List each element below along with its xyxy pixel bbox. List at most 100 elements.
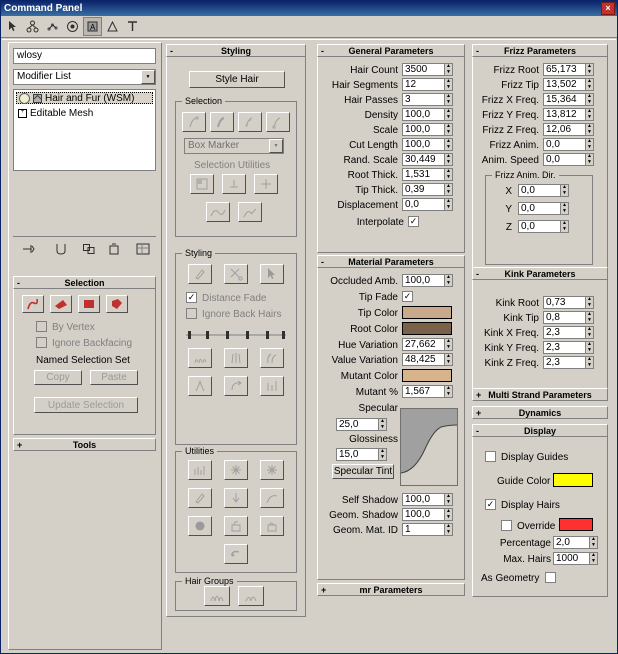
guide-color-swatch[interactable] [553, 473, 593, 487]
lock-button[interactable] [188, 516, 212, 536]
frizz-anim-field[interactable]: 0,0 [543, 138, 585, 151]
kink-parameters-header[interactable]: - Kink Parameters [472, 267, 608, 280]
frizz-x-freq-field[interactable]: 15,364 [543, 93, 585, 106]
percentage-field[interactable]: 2,0 [553, 536, 589, 549]
frizz-tip-field[interactable]: 13,502 [543, 78, 585, 91]
ignore-backfacing-checkbox[interactable] [36, 337, 47, 348]
hair-count-field[interactable]: 3500 [402, 63, 444, 76]
value-variation-field[interactable]: 48,425 [402, 353, 444, 366]
self-shadow-spinner[interactable]: ▲ ▼ [444, 493, 453, 506]
tip-thick-field[interactable]: 0,39 [402, 183, 444, 196]
display-hairs-checkbox[interactable]: ✓ [485, 499, 496, 510]
kink-x-freq-field[interactable]: 2,3 [543, 326, 585, 339]
as-geometry-checkbox[interactable] [545, 572, 556, 583]
attenuate-button[interactable] [188, 460, 212, 480]
selection-rollout-header[interactable]: - Selection [13, 276, 156, 289]
interpolate-checkbox[interactable]: ✓ [408, 216, 419, 227]
frizz-z-freq-field[interactable]: 12,06 [543, 123, 585, 136]
clump-hair-button[interactable] [188, 376, 212, 396]
material-parameters-header[interactable]: - Material Parameters [317, 255, 465, 268]
mutant-pct-field[interactable]: 1,567 [402, 385, 444, 398]
geom-mat-id-field[interactable]: 1 [402, 523, 444, 536]
frizz-root-spinner[interactable]: ▲ ▼ [585, 63, 594, 76]
scale-spinner[interactable]: ▲ ▼ [444, 123, 453, 136]
specular-field[interactable]: 25,0 [336, 418, 378, 431]
specular-curve-graph[interactable] [400, 408, 458, 486]
general-parameters-header[interactable]: - General Parameters [317, 44, 465, 57]
anim-speed-field[interactable]: 0,0 [543, 153, 585, 166]
glossiness-field[interactable]: 15,0 [336, 448, 378, 461]
density-field[interactable]: 100,0 [402, 108, 444, 121]
geom-shadow-field[interactable]: 100,0 [402, 508, 444, 521]
density-spinner[interactable]: ▲ ▼ [444, 108, 453, 121]
mutant-pct-spinner[interactable]: ▲ ▼ [444, 385, 453, 398]
geom-mat-id-spinner[interactable]: ▲ ▼ [444, 523, 453, 536]
kink-root-spinner[interactable]: ▲ ▼ [585, 296, 594, 309]
frizz-root-field[interactable]: 65,173 [543, 63, 585, 76]
make-unique-icon[interactable] [80, 241, 98, 257]
specular-spinner[interactable]: ▲ ▼ [378, 418, 387, 431]
configure-sets-icon[interactable] [134, 241, 152, 257]
tip-thick-spinner[interactable]: ▲ ▼ [444, 183, 453, 196]
frizz-z-freq-spinner[interactable]: ▲ ▼ [585, 123, 594, 136]
hair-count-spinner[interactable]: ▲ ▼ [444, 63, 453, 76]
guides-selection-button[interactable] [22, 295, 44, 313]
hair-passes-spinner[interactable]: ▲ ▼ [444, 93, 453, 106]
geom-shadow-spinner[interactable]: ▲ ▼ [444, 508, 453, 521]
select-hair-by-ends-button[interactable] [182, 112, 206, 132]
specular-tint-button[interactable]: Specular Tint [332, 464, 394, 479]
kink-z-freq-spinner[interactable]: ▲ ▼ [585, 356, 594, 369]
pop-zero-sized-button[interactable] [224, 460, 248, 480]
root-thick-spinner[interactable]: ▲ ▼ [444, 168, 453, 181]
styling-rollout-header[interactable]: - Styling [166, 44, 306, 57]
mr-parameters-header[interactable]: + mr Parameters [317, 583, 465, 596]
frizz-anim-x-spinner[interactable]: ▲ ▼ [560, 184, 569, 197]
frizz-tip-spinner[interactable]: ▲ ▼ [585, 78, 594, 91]
translate-hair-button[interactable] [188, 348, 212, 368]
frizz-y-freq-field[interactable]: 13,812 [543, 108, 585, 121]
displacement-spinner[interactable]: ▲ ▼ [444, 198, 453, 211]
update-selection-button[interactable]: Update Selection [34, 397, 138, 413]
reset-rest-button[interactable] [188, 488, 212, 508]
cut-length-spinner[interactable]: ▲ ▼ [444, 138, 453, 151]
dynamics-header[interactable]: + Dynamics [472, 406, 608, 419]
modifier-stack[interactable]: Hair and Fur (WSM) + Editable Mesh [13, 89, 156, 171]
puff-roots-button[interactable] [260, 348, 284, 368]
stack-item-hair-and-fur[interactable]: Hair and Fur (WSM) [16, 92, 153, 104]
show-end-result-icon[interactable] [52, 241, 70, 257]
toggle-hairs-button[interactable] [260, 488, 284, 508]
hair-select-button[interactable] [260, 264, 284, 284]
tools-rollout-header[interactable]: + Tools [13, 438, 156, 451]
scale-hair-button[interactable] [260, 376, 284, 396]
chevron-down-icon[interactable]: ▼ [141, 70, 155, 84]
hair-cut-button[interactable] [224, 264, 248, 284]
close-icon[interactable]: × [601, 2, 615, 15]
copy-button[interactable]: Copy [34, 370, 82, 385]
display-header[interactable]: - Display [472, 424, 608, 437]
frizz-x-freq-spinner[interactable]: ▲ ▼ [585, 93, 594, 106]
lock-alt-button[interactable] [260, 516, 284, 536]
kink-tip-spinner[interactable]: ▲ ▼ [585, 311, 594, 324]
hair-brush-button[interactable] [188, 264, 212, 284]
toggle-collision-button[interactable] [224, 488, 248, 508]
display-guides-checkbox[interactable] [485, 451, 496, 462]
element-selection-button[interactable] [106, 295, 128, 313]
remove-modifier-icon[interactable] [105, 241, 123, 257]
occluded-amb-spinner[interactable]: ▲ ▼ [444, 274, 453, 287]
utilities-icon[interactable]: A [83, 17, 102, 36]
invert-selection-button[interactable] [190, 174, 214, 194]
select-guide-roots-button[interactable] [266, 112, 290, 132]
rand-scale-spinner[interactable]: ▲ ▼ [444, 153, 453, 166]
frizz-anim-z-field[interactable]: 0,0 [518, 220, 560, 233]
cut-length-field[interactable]: 100,0 [402, 138, 444, 151]
rotate-hair-button[interactable] [224, 376, 248, 396]
anim-speed-spinner[interactable]: ▲ ▼ [585, 153, 594, 166]
hair-segments-spinner[interactable]: ▲ ▼ [444, 78, 453, 91]
rand-scale-field[interactable]: 30,449 [402, 153, 444, 166]
motion-icon[interactable] [43, 17, 62, 36]
kink-y-freq-field[interactable]: 2,3 [543, 341, 585, 354]
scale-field[interactable]: 100,0 [402, 123, 444, 136]
hair-segments-field[interactable]: 12 [402, 78, 444, 91]
paste-button[interactable]: Paste [90, 370, 138, 385]
self-shadow-field[interactable]: 100,0 [402, 493, 444, 506]
